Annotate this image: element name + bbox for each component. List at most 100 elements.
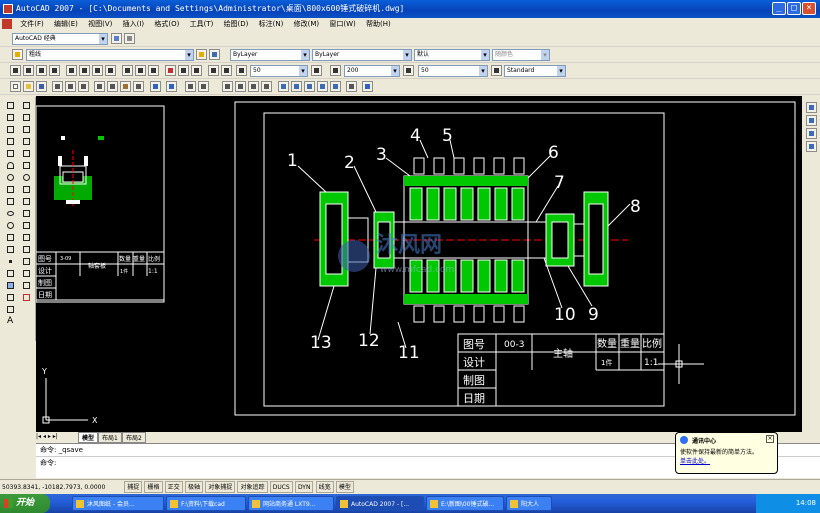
center-mark-icon[interactable]	[178, 65, 189, 76]
aligned-dimension-icon[interactable]	[23, 65, 34, 76]
tab-model[interactable]: 模型	[78, 432, 99, 443]
insert-block-icon[interactable]	[5, 232, 16, 243]
construction-line-icon[interactable]	[5, 112, 16, 123]
calculator-icon[interactable]	[346, 81, 357, 92]
break-at-point-icon[interactable]	[21, 232, 32, 243]
start-button[interactable]: 开始	[0, 494, 50, 513]
osnap-toggle[interactable]: 对象捕捉	[205, 481, 236, 493]
lineweight-toggle[interactable]: 线宽	[315, 481, 334, 493]
snap-toggle[interactable]: 捕捉	[124, 481, 143, 493]
lineweight-combo[interactable]: 默认	[414, 49, 490, 61]
workspace-save-icon[interactable]	[124, 33, 135, 44]
linear-dimension-icon[interactable]	[10, 65, 21, 76]
color-combo[interactable]: ByLayer	[230, 49, 310, 61]
dimscale-combo[interactable]: 200	[344, 65, 400, 77]
balloon-link[interactable]: 单击此处。	[680, 456, 773, 465]
help-icon[interactable]	[362, 81, 373, 92]
menu-edit[interactable]: 编辑(E)	[50, 18, 82, 31]
multiline-text-icon[interactable]: A	[5, 316, 16, 327]
sheet-set-icon[interactable]	[317, 81, 328, 92]
pan-icon[interactable]	[185, 81, 196, 92]
break-icon[interactable]	[21, 244, 32, 255]
dimension-edit-icon[interactable]	[191, 65, 202, 76]
drawing-canvas[interactable]: 图号 3-09 轴套板 数量 重量 比例 1件 1:1 设计 制图 日期 沐风网…	[36, 96, 802, 432]
maximize-button[interactable]: □	[787, 2, 801, 15]
text-size-combo[interactable]: 50	[250, 65, 308, 77]
coordinate-readout[interactable]: 50393.8341, -10182.7973, 0.0000	[0, 482, 122, 494]
copy-object-icon[interactable]	[21, 112, 32, 123]
redo-icon[interactable]	[166, 81, 177, 92]
text-height-combo[interactable]: 50	[418, 65, 488, 77]
text-style-icon[interactable]	[330, 65, 341, 76]
offset-icon[interactable]	[21, 136, 32, 147]
make-block-icon[interactable]	[5, 244, 16, 255]
rotate-icon[interactable]	[21, 172, 32, 183]
workspace-combo[interactable]: AutoCAD 经典	[12, 33, 108, 45]
grid-toggle[interactable]: 栅格	[144, 481, 163, 493]
dimension-update-icon[interactable]	[221, 65, 232, 76]
extend-icon[interactable]	[21, 220, 32, 231]
match-properties-icon[interactable]	[133, 81, 144, 92]
properties-icon[interactable]	[278, 81, 289, 92]
plot-preview-icon[interactable]	[65, 81, 76, 92]
menu-file[interactable]: 文件(F)	[16, 18, 48, 31]
revision-cloud-icon[interactable]	[5, 184, 16, 195]
rectangle-icon[interactable]	[5, 148, 16, 159]
new-file-icon[interactable]	[10, 81, 21, 92]
zoom-out-icon[interactable]	[261, 81, 272, 92]
menu-view[interactable]: 视图(V)	[84, 18, 116, 31]
join-icon[interactable]	[21, 256, 32, 267]
explode-icon[interactable]	[21, 292, 32, 303]
stretch-icon[interactable]	[21, 196, 32, 207]
arc-length-icon[interactable]	[36, 65, 47, 76]
layer-manager-icon[interactable]	[12, 49, 23, 60]
line-icon[interactable]	[5, 100, 16, 111]
erase-icon[interactable]	[21, 100, 32, 111]
continue-dimension-icon[interactable]	[148, 65, 159, 76]
ortho-toggle[interactable]: 正交	[164, 481, 183, 493]
zoom-realtime-icon[interactable]	[198, 81, 209, 92]
hatch-icon[interactable]	[5, 268, 16, 279]
otrack-toggle[interactable]: 对象追踪	[237, 481, 268, 493]
zoom-window-icon[interactable]	[222, 81, 233, 92]
linetype-combo[interactable]: ByLayer	[312, 49, 412, 61]
diameter-dimension-icon[interactable]	[92, 65, 103, 76]
task-autocad[interactable]: AutoCAD 2007 - [...	[336, 496, 424, 511]
make-current-layer-icon[interactable]	[196, 49, 207, 60]
plotstyle-combo[interactable]: 随颜色	[492, 49, 550, 61]
jogged-dimension-icon[interactable]	[79, 65, 90, 76]
tolerance-icon[interactable]	[165, 65, 176, 76]
table-style-combo[interactable]: Standard	[504, 65, 566, 77]
dimension-text-edit-icon[interactable]	[208, 65, 219, 76]
quick-dimension-icon[interactable]	[122, 65, 133, 76]
region-icon[interactable]	[5, 292, 16, 303]
ordinate-dimension-icon[interactable]	[49, 65, 60, 76]
tab-layout2[interactable]: 布局2	[122, 432, 146, 443]
plot-icon[interactable]	[52, 81, 63, 92]
menu-window[interactable]: 窗口(W)	[325, 18, 359, 31]
ducs-toggle[interactable]: DUCS	[269, 481, 293, 493]
workspace-settings-icon[interactable]	[111, 33, 122, 44]
tab-layout1[interactable]: 布局1	[98, 432, 122, 443]
cut-icon[interactable]	[94, 81, 105, 92]
copy-icon[interactable]	[107, 81, 118, 92]
circle-icon[interactable]	[5, 172, 16, 183]
polyline-icon[interactable]	[5, 124, 16, 135]
menu-tools[interactable]: 工具(T)	[186, 18, 218, 31]
task-yangdaren[interactable]: 阳大人	[506, 496, 552, 511]
undo-icon[interactable]	[150, 81, 161, 92]
task-mufeng[interactable]: 沐风图纸 - 会员...	[72, 496, 164, 511]
mirror-icon[interactable]	[21, 124, 32, 135]
minimize-button[interactable]: _	[772, 2, 786, 15]
task-explorer-newdrawings[interactable]: E:\新图\00锤式破...	[426, 496, 504, 511]
arc-icon[interactable]	[5, 160, 16, 171]
gradient-icon[interactable]	[5, 280, 16, 291]
balloon-close-icon[interactable]: ×	[766, 435, 774, 443]
radius-dimension-icon[interactable]	[66, 65, 77, 76]
save-icon[interactable]	[36, 81, 47, 92]
polygon-icon[interactable]	[5, 136, 16, 147]
menu-dimension[interactable]: 标注(N)	[255, 18, 288, 31]
angular-dimension-icon[interactable]	[105, 65, 116, 76]
point-icon[interactable]	[5, 256, 16, 267]
array-icon[interactable]	[21, 148, 32, 159]
